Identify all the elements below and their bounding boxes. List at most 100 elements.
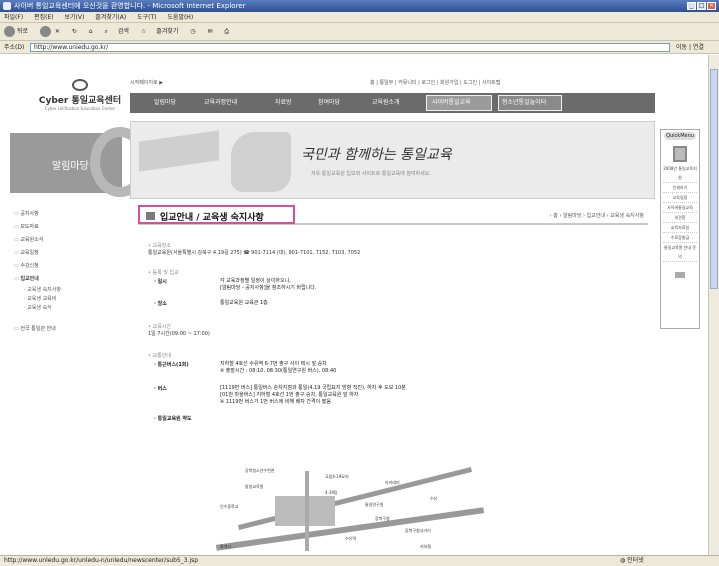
status-bar: http://www.unledu.go.kr/unledu-n/unledu/… bbox=[0, 555, 719, 566]
back-icon[interactable] bbox=[4, 26, 15, 37]
hours-text: 1일 7시간(09:00 ~ 17:00) bbox=[148, 331, 210, 337]
vertical-scrollbar[interactable] bbox=[708, 55, 719, 555]
address-input[interactable]: http://www.uniedu.go.kr/ bbox=[30, 43, 670, 52]
refresh-icon[interactable]: ↻ bbox=[72, 28, 77, 35]
map-label: · 통일교육원 약도 bbox=[154, 416, 192, 422]
banner-figure-image bbox=[231, 132, 291, 192]
loc-value: 통일교육원 교육관 1층 bbox=[220, 300, 268, 306]
side-item-notice[interactable]: 공지사항 bbox=[14, 208, 126, 221]
map-label-text: 강북구청 bbox=[375, 516, 390, 521]
map-label-text: 강북구청사거리 bbox=[405, 528, 431, 533]
window-title-bar: 사이버 통일교육센터에 오신것을 환영합니다. - Microsoft Inte… bbox=[0, 0, 719, 12]
mail-icon[interactable]: ✉ bbox=[207, 28, 212, 35]
time-value-2: [알림마당 - 공지사항]을 참조하시기 바랍니다. bbox=[220, 285, 317, 291]
side-item-admission[interactable]: 입교안내 bbox=[14, 273, 126, 286]
map-label-text: 강북청소년수련관 bbox=[245, 468, 275, 473]
nav-youth[interactable]: 청소년통일놀이터 bbox=[502, 93, 546, 113]
quick-item[interactable]: 2008년 통일교육지원 bbox=[663, 164, 697, 183]
map-road bbox=[305, 471, 309, 551]
maximize-button[interactable]: □ bbox=[697, 2, 706, 10]
side-sub-item[interactable]: 교육생 숙식 bbox=[14, 304, 126, 313]
go-button[interactable]: 이동 bbox=[676, 44, 687, 51]
title-bullet-icon bbox=[146, 212, 155, 220]
close-button[interactable]: × bbox=[707, 2, 716, 10]
address-bar: 주소(D) http://www.uniedu.go.kr/ 이동 | 연결 bbox=[0, 41, 719, 54]
menu-tools[interactable]: 도구(T) bbox=[137, 14, 156, 21]
side-item-schedule[interactable]: 교육일정 bbox=[14, 247, 126, 260]
bus2-key: · 버스 bbox=[154, 386, 167, 392]
map-label-text: 화계사 bbox=[220, 544, 232, 549]
quick-item[interactable]: 사이버통일교육 bbox=[663, 203, 697, 213]
menu-file[interactable]: 파일(F) bbox=[4, 14, 23, 21]
place-text: 통일교육원(서울특별시 강북구 4.19길 275) ☎ 901-7114 (대… bbox=[148, 250, 361, 256]
site-logo[interactable]: Cyber 통일교육센터 Cyber Unification Education… bbox=[30, 79, 130, 111]
computer-icon bbox=[673, 146, 687, 162]
home-icon[interactable]: ⌂ bbox=[89, 28, 93, 35]
breadcrumb: › 홈 › 알림마당 › 입교안내 › 교육생 숙지사항 bbox=[549, 213, 644, 219]
place-label: 교육장소 bbox=[148, 242, 648, 249]
nav-courses[interactable]: 교육과정안내 bbox=[204, 93, 237, 113]
map-label-text: 4·19탑 bbox=[325, 490, 338, 495]
minimize-button[interactable]: _ bbox=[687, 2, 696, 10]
banner-subtitle: 자유·통일교육원 입보와 사이트로 통일교육에 참여하세요. bbox=[311, 171, 431, 177]
quick-item[interactable]: 의견함 bbox=[663, 213, 697, 223]
quick-item[interactable]: 인쇄하기 bbox=[663, 183, 697, 193]
side-sub-item[interactable]: 교육생 교육비 bbox=[14, 295, 126, 304]
left-panel-title: 알림마당 bbox=[52, 161, 89, 172]
side-item-centers[interactable]: 전국 통일관 안내 bbox=[14, 323, 126, 336]
toolbar: 뒤로 ✕ ↻ ⌂ ⌕ 검색 ☆ 즐겨찾기 ◷ ✉ ⎙ bbox=[0, 23, 719, 41]
menu-bar: 파일(F) 편집(E) 보기(V) 즐겨찾기(A) 도구(T) 도움말(H) bbox=[0, 12, 719, 23]
start-page-link[interactable]: 시작페이지로 ▶ bbox=[130, 79, 163, 86]
logo-en: Cyber Unification Education Center bbox=[44, 106, 116, 111]
quick-menu-title: QuickMenu bbox=[664, 132, 696, 140]
search-button[interactable]: 검색 bbox=[118, 28, 129, 35]
scrollbar-thumb[interactable] bbox=[710, 69, 718, 289]
side-item-news[interactable]: 교육원소식 bbox=[14, 234, 126, 247]
side-item-apply[interactable]: 수강신청 bbox=[14, 260, 126, 273]
map-label-text: 수유 bbox=[430, 496, 438, 501]
history-icon[interactable]: ◷ bbox=[190, 28, 195, 35]
map-label-text: 아카데미 bbox=[385, 480, 400, 485]
scroll-top-icon[interactable] bbox=[675, 272, 685, 278]
nav-participation[interactable]: 참여마당 bbox=[318, 93, 340, 113]
logo-mark-icon bbox=[72, 79, 88, 91]
menu-favorites[interactable]: 즐겨찾기(A) bbox=[95, 14, 126, 21]
back-button[interactable]: 뒤로 bbox=[17, 28, 28, 35]
nav-notice[interactable]: 알림마당 bbox=[154, 93, 176, 113]
menu-help[interactable]: 도움말(H) bbox=[167, 14, 193, 21]
search-icon[interactable]: ⌕ bbox=[105, 28, 108, 35]
favorites-icon[interactable]: ☆ bbox=[141, 28, 146, 35]
print-icon[interactable]: ⎙ bbox=[224, 28, 229, 35]
menu-edit[interactable]: 편집(E) bbox=[34, 14, 54, 21]
quick-item[interactable]: 교육자료실 bbox=[663, 223, 697, 233]
side-sub-item[interactable]: 교육생 숙지사항 bbox=[14, 286, 126, 295]
top-links[interactable]: 홈 | 통일부 | 커뮤니티 | 로그인 | 회원가입 | 도그인 | 사이트맵 bbox=[370, 79, 500, 86]
map-label-text: 수유역 bbox=[345, 536, 357, 541]
time-value-1: 각 교육과정별 일정이 상이하오니, bbox=[220, 278, 291, 284]
status-url: http://www.unledu.go.kr/unledu-n/unledu/… bbox=[4, 557, 199, 564]
hours-label: 교육시간 bbox=[148, 323, 648, 330]
banner-book-image bbox=[139, 130, 219, 172]
quick-menu: QuickMenu 2008년 통일교육지원 인쇄하기 교육일정 사이버통일교육… bbox=[660, 129, 700, 329]
nav-materials[interactable]: 자료방 bbox=[275, 93, 292, 113]
status-zone: 인터넷 bbox=[627, 557, 644, 564]
favorites-button[interactable]: 즐겨찾기 bbox=[156, 28, 178, 35]
side-item-press[interactable]: 보도자료 bbox=[14, 221, 126, 234]
location-map: 강북청소년수련관 국립4·19묘지 통일교육원 아카데미 4·19탑 통일연구원… bbox=[215, 466, 485, 554]
page-title: 입교안내 / 교육생 숙지사항 bbox=[160, 213, 264, 223]
quick-item[interactable]: 수료증발급 bbox=[663, 233, 697, 243]
bus2-value-2: [01번 마을버스] 지하철 4호선 1번 출구 승차, 통일교육원 앞 하차 bbox=[220, 392, 359, 398]
nav-cyber[interactable]: 사이버통일교육 bbox=[432, 93, 471, 113]
traffic-label: 교통안내 bbox=[148, 352, 648, 359]
menu-view[interactable]: 보기(V) bbox=[65, 14, 85, 21]
quick-item[interactable]: 교육일정 bbox=[663, 193, 697, 203]
quick-item[interactable]: 통일교육원 안내 문의 bbox=[663, 243, 697, 262]
links-button[interactable]: 연결 bbox=[693, 44, 704, 51]
banner-title: 국민과 함께하는 통일교육 bbox=[301, 147, 452, 163]
nav-about[interactable]: 교육원소개 bbox=[372, 93, 400, 113]
forward-icon[interactable] bbox=[39, 26, 51, 37]
address-label: 주소(D) bbox=[4, 44, 25, 51]
stop-icon[interactable]: ✕ bbox=[55, 28, 60, 35]
window-title: 사이버 통일교육센터에 오신것을 환영합니다. - Microsoft Inte… bbox=[14, 2, 246, 10]
page-title-box: 입교안내 / 교육생 숙지사항 bbox=[138, 205, 295, 224]
